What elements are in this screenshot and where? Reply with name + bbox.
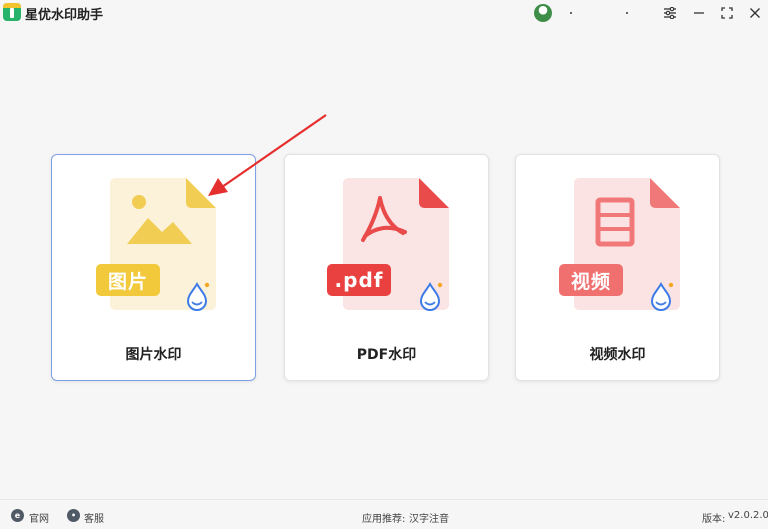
image-badge: 图片: [96, 264, 160, 296]
minimize-icon: [694, 12, 704, 14]
sliders-icon: [664, 7, 676, 19]
watermark-drop-icon: [186, 281, 210, 311]
app-logo-icon: [3, 3, 21, 21]
recommend-app-link[interactable]: 汉字注音: [409, 510, 449, 525]
redaction-mark: [570, 12, 572, 14]
footer-bar: e 官网 • 客服 应用推荐: 汉字注音 版本: v2.0.2.0: [0, 500, 768, 529]
version-value: v2.0.2.0: [728, 510, 768, 521]
support-link[interactable]: 客服: [84, 510, 104, 525]
pdf-watermark-card[interactable]: .pdf PDF水印: [284, 154, 489, 381]
recommend-label: 应用推荐:: [362, 514, 406, 525]
minimize-button[interactable]: [689, 3, 709, 23]
version-label: 版本:: [702, 514, 726, 525]
settings-button[interactable]: [660, 3, 680, 23]
image-watermark-label: 图片水印: [125, 347, 182, 363]
maximize-button[interactable]: [717, 3, 737, 23]
video-watermark-card[interactable]: 视频 视频水印: [515, 154, 720, 381]
close-icon: [750, 8, 760, 18]
watermark-drop-icon: [419, 281, 443, 311]
pdf-badge: .pdf: [327, 264, 391, 296]
app-title: 星优水印助手: [25, 8, 104, 23]
website-icon[interactable]: e: [11, 509, 24, 522]
website-link[interactable]: 官网: [29, 510, 49, 525]
close-button[interactable]: [745, 3, 765, 23]
support-chat-icon[interactable]: •: [67, 509, 80, 522]
video-watermark-label: 视频水印: [589, 347, 646, 363]
watermark-drop-icon: [650, 281, 674, 311]
image-watermark-card[interactable]: 图片 图片水印: [51, 154, 256, 381]
pdf-watermark-label: PDF水印: [356, 347, 417, 363]
title-bar: 星优水印助手: [0, 0, 768, 26]
video-badge: 视频: [559, 264, 623, 296]
user-avatar[interactable]: [534, 4, 552, 22]
redaction-mark: [626, 12, 628, 14]
maximize-icon: [721, 7, 733, 19]
